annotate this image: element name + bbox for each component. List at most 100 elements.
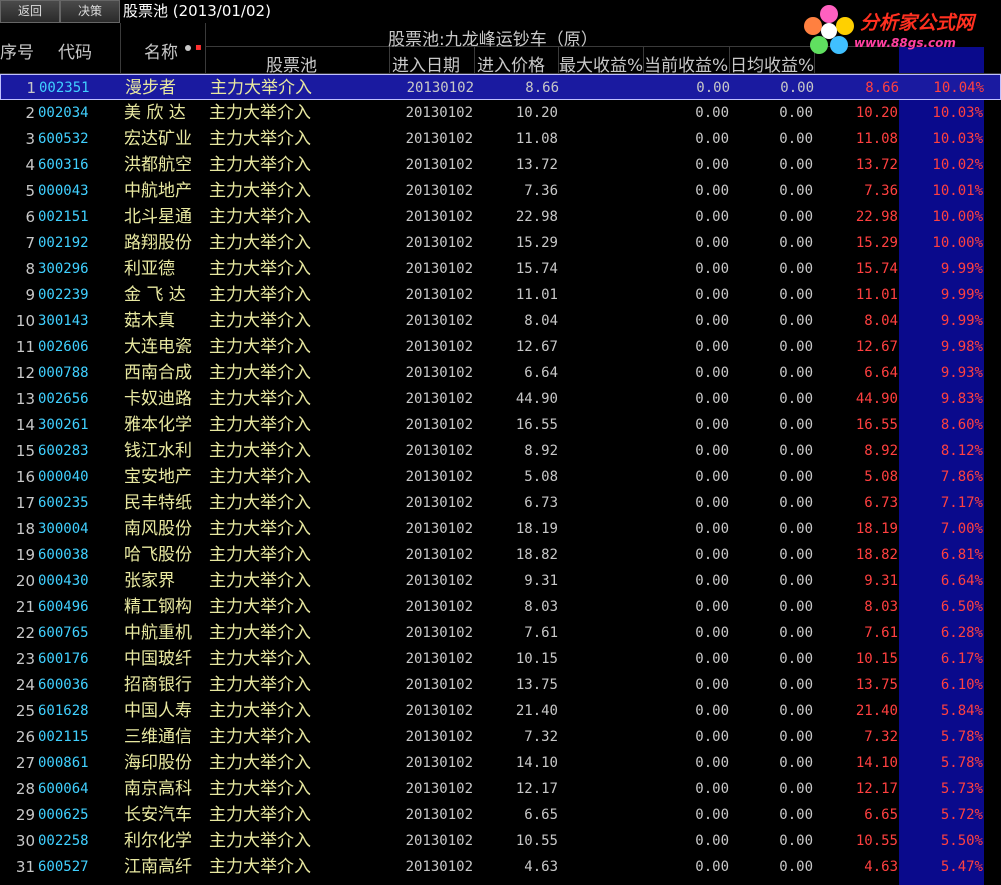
- stock-code: 600235: [38, 495, 89, 511]
- pool-name: 主力大举介入: [209, 701, 311, 721]
- change-percent: 7.00%: [940, 521, 983, 537]
- current-return: 0.00: [779, 781, 813, 797]
- current-return: 0.00: [779, 365, 813, 381]
- row-index: 28: [15, 780, 35, 798]
- entry-price: 18.19: [515, 521, 558, 537]
- table-row[interactable]: 27 000861 海印股份 主力大举介入 20130102 14.10 0.00 0.00 1…: [0, 750, 1001, 776]
- sort-arrow-icon[interactable]: ▪: [195, 42, 202, 53]
- table-row[interactable]: 30 002258 利尔化学 主力大举介入 20130102 10.55 0.00 0.00 1…: [0, 828, 1001, 854]
- entry-price: 13.72: [515, 157, 558, 173]
- table-row[interactable]: 5 000043 中航地产 主力大举介入 20130102 7.36 0.00 0.00 7.3…: [0, 178, 1001, 204]
- header-col-sep: [389, 47, 390, 74]
- header-max-return[interactable]: 最大收益%: [559, 51, 643, 76]
- current-return: 0.00: [779, 313, 813, 329]
- stock-code: 601628: [38, 703, 89, 719]
- row-index: 5: [25, 182, 35, 200]
- table-row[interactable]: 16 000040 宝安地产 主力大举介入 20130102 5.08 0.00 0.00 5.…: [0, 464, 1001, 490]
- table-row[interactable]: 4 600316 洪都航空 主力大举介入 20130102 13.72 0.00 0.00 13…: [0, 152, 1001, 178]
- change-percent: 7.86%: [940, 469, 983, 485]
- header-index[interactable]: 序号: [0, 38, 36, 63]
- change-percent: 6.17%: [940, 651, 983, 667]
- table-row[interactable]: 7 002192 路翔股份 主力大举介入 20130102 15.29 0.00 0.00 15…: [0, 230, 1001, 256]
- back-button[interactable]: 返回: [0, 0, 60, 23]
- table-row[interactable]: 29 000625 长安汽车 主力大举介入 20130102 6.65 0.00 0.00 6.…: [0, 802, 1001, 828]
- table-row[interactable]: 10 300143 菇木真 主力大举介入 20130102 8.04 0.00 0.00 8.0…: [0, 308, 1001, 334]
- row-index: 14: [15, 416, 35, 434]
- table-row[interactable]: 24 600036 招商银行 主力大举介入 20130102 13.75 0.00 0.00 1…: [0, 672, 1001, 698]
- pool-name: 主力大举介入: [209, 259, 311, 279]
- table-row[interactable]: 12 000788 西南合成 主力大举介入 20130102 6.64 0.00 0.00 6.…: [0, 360, 1001, 386]
- header-entry-price[interactable]: 进入价格: [477, 51, 557, 76]
- header-entry-date[interactable]: 进入日期: [392, 51, 474, 76]
- daily-avg-return: 6.73: [864, 495, 898, 511]
- stock-name: 大连电瓷: [124, 337, 192, 357]
- table-row[interactable]: 18 300004 南风股份 主力大举介入 20130102 18.19 0.00 0.00 1…: [0, 516, 1001, 542]
- table-row[interactable]: 14 300261 雅本化学 主力大举介入 20130102 16.55 0.00 0.00 1…: [0, 412, 1001, 438]
- entry-date: 20130102: [406, 80, 474, 96]
- table-row[interactable]: 17 600235 民丰特纸 主力大举介入 20130102 6.73 0.00 0.00 6.…: [0, 490, 1001, 516]
- table-row[interactable]: 28 600064 南京高科 主力大举介入 20130102 12.17 0.00 0.00 1…: [0, 776, 1001, 802]
- header-current-return[interactable]: 当前收益%: [644, 51, 729, 76]
- header-pool[interactable]: 股票池: [266, 51, 336, 76]
- daily-avg-return: 5.08: [864, 469, 898, 485]
- current-return: 0.00: [779, 261, 813, 277]
- entry-date: 20130102: [405, 599, 473, 615]
- row-index: 31: [15, 858, 35, 876]
- table-row[interactable]: 23 600176 中国玻纤 主力大举介入 20130102 10.15 0.00 0.00 1…: [0, 646, 1001, 672]
- table-row[interactable]: 31 600527 江南高纤 主力大举介入 20130102 4.63 0.00 0.00 4.…: [0, 854, 1001, 880]
- row-index: 30: [15, 832, 35, 850]
- table-row[interactable]: 3 600532 宏达矿业 主力大举介入 20130102 11.08 0.00 0.00 11…: [0, 126, 1001, 152]
- stock-name: 南风股份: [124, 519, 192, 539]
- stock-code: 300143: [38, 313, 89, 329]
- header-code[interactable]: 代码: [58, 38, 108, 63]
- row-index: 4: [25, 156, 35, 174]
- stock-code: 002606: [38, 339, 89, 355]
- max-return: 0.00: [695, 235, 729, 251]
- current-return: 0.00: [779, 677, 813, 693]
- pool-name: 主力大举介入: [209, 415, 311, 435]
- current-return: 0.00: [779, 807, 813, 823]
- table-row[interactable]: 8 300296 利亚德 主力大举介入 20130102 15.74 0.00 0.00 15.…: [0, 256, 1001, 282]
- row-index: 15: [15, 442, 35, 460]
- entry-date: 20130102: [405, 261, 473, 277]
- entry-price: 21.40: [515, 703, 558, 719]
- stock-name: 招商银行: [124, 675, 192, 695]
- logo-url: www.88gs.com: [854, 36, 956, 50]
- table-row[interactable]: 22 600765 中航重机 主力大举介入 20130102 7.61 0.00 0.00 7.…: [0, 620, 1001, 646]
- table-row[interactable]: 15 600283 钱江水利 主力大举介入 20130102 8.92 0.00 0.00 8.…: [0, 438, 1001, 464]
- entry-date: 20130102: [405, 495, 473, 511]
- header-name[interactable]: 名称: [144, 38, 184, 63]
- table-row[interactable]: 25 601628 中国人寿 主力大举介入 20130102 21.40 0.00 0.00 2…: [0, 698, 1001, 724]
- row-index: 17: [15, 494, 35, 512]
- entry-price: 12.67: [515, 339, 558, 355]
- pool-name: 主力大举介入: [209, 597, 311, 617]
- table-row[interactable]: 11 002606 大连电瓷 主力大举介入 20130102 12.67 0.00 0.00 1…: [0, 334, 1001, 360]
- stock-code: 002351: [39, 80, 90, 96]
- table-row[interactable]: 21 600496 精工钢构 主力大举介入 20130102 8.03 0.00 0.00 8.…: [0, 594, 1001, 620]
- table-row[interactable]: 20 000430 张家界 主力大举介入 20130102 9.31 0.00 0.00 9.3…: [0, 568, 1001, 594]
- pool-name: 主力大举介入: [209, 675, 311, 695]
- stock-code: 000043: [38, 183, 89, 199]
- pool-name: 主力大举介入: [209, 155, 311, 175]
- row-index: 11: [15, 338, 35, 356]
- entry-date: 20130102: [405, 833, 473, 849]
- stock-code: 002034: [38, 105, 89, 121]
- change-percent: 9.98%: [940, 339, 983, 355]
- stock-name: 中航重机: [124, 623, 192, 643]
- table-row[interactable]: 1 002351 漫步者 主力大举介入 20130102 8.66 0.00 0.00 8.66…: [0, 74, 1001, 100]
- table-row[interactable]: 2 002034 美 欣 达 主力大举介入 20130102 10.20 0.00 0.00 1…: [0, 100, 1001, 126]
- stock-table: 1 002351 漫步者 主力大举介入 20130102 8.66 0.00 0.00 8.66…: [0, 74, 1001, 885]
- decision-button[interactable]: 决策: [60, 0, 120, 23]
- table-row[interactable]: 6 002151 北斗星通 主力大举介入 20130102 22.98 0.00 0.00 22…: [0, 204, 1001, 230]
- table-row[interactable]: 9 002239 金 飞 达 主力大举介入 20130102 11.01 0.00 0.00 1…: [0, 282, 1001, 308]
- max-return: 0.00: [695, 677, 729, 693]
- pool-name: 主力大举介入: [209, 493, 311, 513]
- stock-code: 000788: [38, 365, 89, 381]
- entry-price: 15.29: [515, 235, 558, 251]
- daily-avg-return: 13.72: [855, 157, 898, 173]
- table-row[interactable]: 19 600038 哈飞股份 主力大举介入 20130102 18.82 0.00 0.00 1…: [0, 542, 1001, 568]
- table-row[interactable]: 13 002656 卡奴迪路 主力大举介入 20130102 44.90 0.00 0.00 4…: [0, 386, 1001, 412]
- max-return: 0.00: [696, 80, 730, 96]
- change-percent: 6.10%: [940, 677, 983, 693]
- table-row[interactable]: 26 002115 三维通信 主力大举介入 20130102 7.32 0.00 0.00 7.…: [0, 724, 1001, 750]
